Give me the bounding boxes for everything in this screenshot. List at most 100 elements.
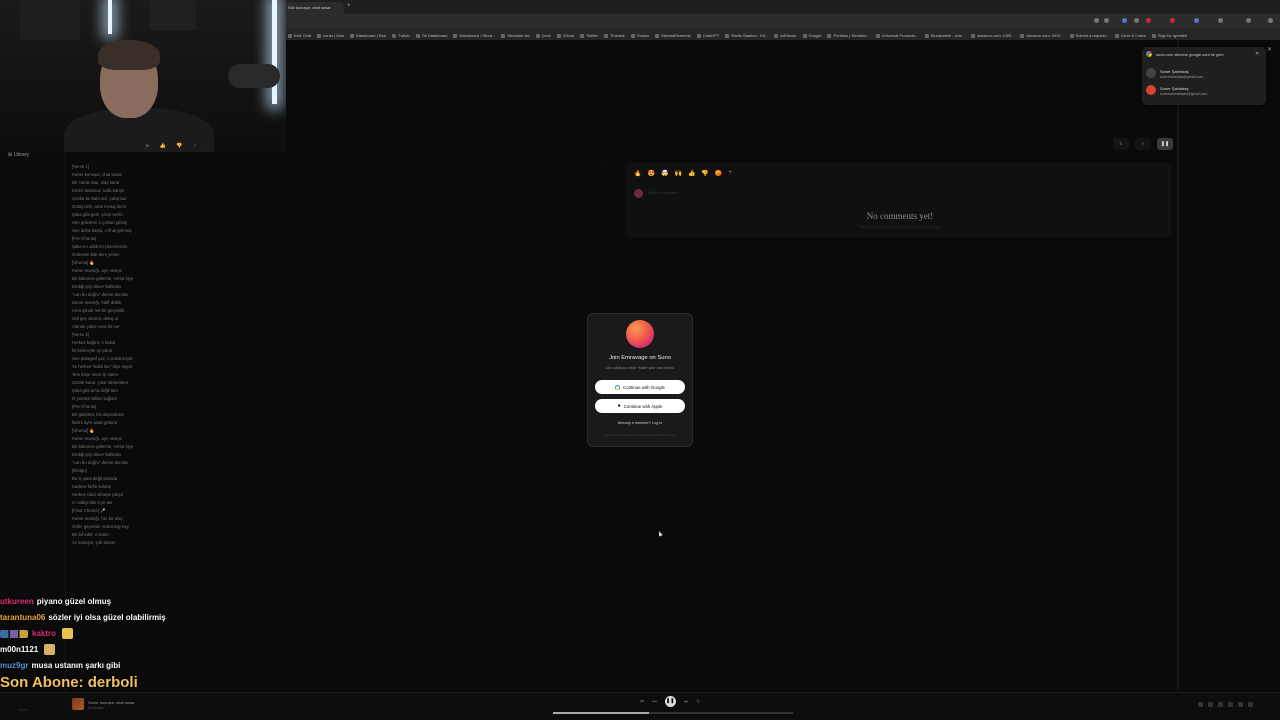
lyric-line: Ama içinde net bir gerçeklik (72, 308, 125, 313)
lyric-line: O ciddiyi bile ti ye alır (72, 500, 113, 505)
reaction-button[interactable]: 👍 (688, 170, 695, 177)
sidebar-item-library[interactable]: ⊞ Library (8, 152, 29, 158)
bookmark-item[interactable]: Sign for Ignetteil (1152, 31, 1187, 40)
progress-bar[interactable] (553, 712, 793, 714)
bookmark-label: AdSense (780, 33, 797, 38)
bookmark-item[interactable]: Portfolio | Shutters... (827, 31, 870, 40)
reaction-button[interactable]: 👎 (701, 170, 708, 177)
extension-icon[interactable] (1094, 18, 1099, 23)
repeat-icon[interactable]: ↻ (696, 699, 700, 705)
lyric-line: [Verse 2] (72, 332, 89, 337)
button-label: Continue with Apple (623, 403, 663, 409)
login-link[interactable]: Already a member? Log in (587, 421, 693, 425)
bookmark-item[interactable]: Kick Chat (288, 31, 311, 40)
continue-with-google-button[interactable]: Continue with Google (595, 380, 685, 394)
pause-icon[interactable]: ❚❚ (1157, 138, 1173, 150)
bookmark-favicon-icon (696, 33, 701, 38)
extension-icon[interactable] (1146, 18, 1151, 23)
bookmark-item[interactable]: Dashboard / Strea... (453, 31, 495, 40)
extension-icon[interactable] (1170, 18, 1175, 23)
menu-icon[interactable] (1268, 18, 1273, 23)
emote-icon (44, 644, 56, 656)
bookmark-item[interactable]: Amazon.com: USB... (971, 31, 1014, 40)
account-name[interactable]: Soner Şahinbaş (1160, 86, 1188, 91)
queue-icon[interactable] (1208, 702, 1213, 707)
bookmark-item[interactable]: Streamer Ad (501, 31, 530, 40)
lyric-line: Bir cümle atar, olay kurar (72, 180, 120, 185)
bookmark-item[interactable]: Çevir (535, 31, 551, 40)
lyric-line: Sadece farklı anlatış (72, 484, 111, 489)
lyrics-icon[interactable] (1198, 702, 1203, 707)
sort-icon[interactable]: ⇅ (1113, 138, 1129, 150)
bookmark-item[interactable]: Streamable - vide... (924, 31, 965, 40)
reaction-button[interactable]: 😡 (715, 170, 722, 177)
extension-icon[interactable] (1218, 18, 1223, 23)
bookmark-item[interactable]: Twitch (392, 31, 410, 40)
apple-icon: ● (617, 403, 621, 409)
bookmark-item[interactable]: AdSense (774, 31, 797, 40)
lyric-line: Sen daha başta, o final görmüş (72, 228, 132, 233)
wall-frame (150, 0, 196, 30)
bookmark-item[interactable]: Radio Stanton - Kit... (725, 31, 768, 40)
shuffle-icon[interactable]: ⇄ (640, 699, 644, 705)
reaction-button[interactable]: 🙌 (674, 170, 681, 177)
extension-icon[interactable] (1134, 18, 1139, 23)
dislike-icon[interactable]: 👎 (176, 143, 182, 149)
track-thumbnail[interactable] (72, 698, 84, 710)
share-icon[interactable] (1228, 702, 1233, 707)
filter-icon[interactable]: ≡ (1135, 138, 1151, 150)
close-icon[interactable]: ✕ (1267, 46, 1272, 53)
profile-icon[interactable] (1246, 18, 1251, 23)
bookmark-label: Dashboard / Strea... (459, 33, 496, 38)
bookmark-item[interactable]: StreamElements (655, 31, 691, 40)
lyric-line: [Pre-Chorus] (72, 404, 97, 409)
bookmark-label: Amazon.com: NOV... (1026, 33, 1064, 38)
more-icon[interactable]: ⋯ (207, 143, 212, 149)
bookmark-item[interactable]: Tw Dashboard (415, 31, 448, 40)
bookmark-favicon-icon (971, 33, 976, 38)
extension-icon[interactable] (1194, 18, 1199, 23)
play-icon[interactable]: ▶ (146, 143, 150, 149)
more-menu[interactable]: More (18, 707, 27, 712)
like-icon[interactable]: 👍 (160, 143, 166, 149)
bookmark-item[interactable]: Threads (603, 31, 625, 40)
bookmark-item[interactable]: Oculus (630, 31, 649, 40)
bookmark-label: Twitch (398, 33, 410, 38)
reaction-button[interactable]: 🔥 (634, 170, 641, 177)
bookmark-item[interactable]: Google (802, 31, 821, 40)
reaction-button[interactable]: 🤯 (661, 170, 668, 177)
volume-icon[interactable] (1238, 702, 1243, 707)
lyric-line: Bir güldürür, bir düşündürür (72, 412, 125, 417)
track-artist[interactable]: Emravage (88, 706, 104, 710)
plus-icon[interactable]: + (347, 3, 351, 9)
bookmark-label: Tw Dashboard (421, 33, 448, 38)
bookmark-item[interactable]: ChatGPT (696, 31, 719, 40)
playback-controls: ⇄ ⏮ ❚❚ ⏭ ↻ (640, 696, 700, 707)
close-icon[interactable]: ✕ (1255, 51, 1259, 57)
comment-input[interactable]: Write a comment... (648, 190, 682, 195)
like-icon[interactable] (1218, 702, 1223, 707)
expand-icon[interactable] (1248, 702, 1253, 707)
star-icon[interactable] (1104, 18, 1109, 23)
pause-icon[interactable]: ❚❚ (664, 696, 676, 707)
track-title[interactable]: Soner konuşur, chat susar (88, 700, 134, 705)
account-name[interactable]: Soner Şahinbaş (1160, 69, 1188, 74)
bookmark-item[interactable]: Universal Products... (875, 31, 919, 40)
artist-avatar (626, 320, 654, 348)
tab-active[interactable]: Söz konuşur, chat susar (284, 2, 344, 14)
bookmark-item[interactable]: Drive & Listen (1115, 31, 1146, 40)
reaction-button[interactable]: 😍 (647, 170, 654, 177)
bookmark-item[interactable]: Amazon.com: NOV... (1020, 31, 1064, 40)
next-icon[interactable]: ⏭ (684, 699, 689, 705)
extension-icon[interactable] (1122, 18, 1127, 23)
scrollbar[interactable] (1177, 40, 1179, 690)
bookmark-item[interactable]: iCloud (556, 31, 574, 40)
continue-with-apple-button[interactable]: ● Continue with Apple (595, 399, 685, 413)
bookmark-item[interactable]: Twitter (580, 31, 598, 40)
previous-icon[interactable]: ⏮ (652, 699, 657, 705)
bookmark-item[interactable]: Submit a request... (1069, 31, 1109, 40)
bookmark-item[interactable]: soner | Kick (317, 31, 344, 40)
bookmark-item[interactable]: Dashboard | Kick (349, 31, 386, 40)
share-icon[interactable]: ↗ (192, 143, 196, 149)
reaction-button[interactable]: + (728, 170, 732, 177)
